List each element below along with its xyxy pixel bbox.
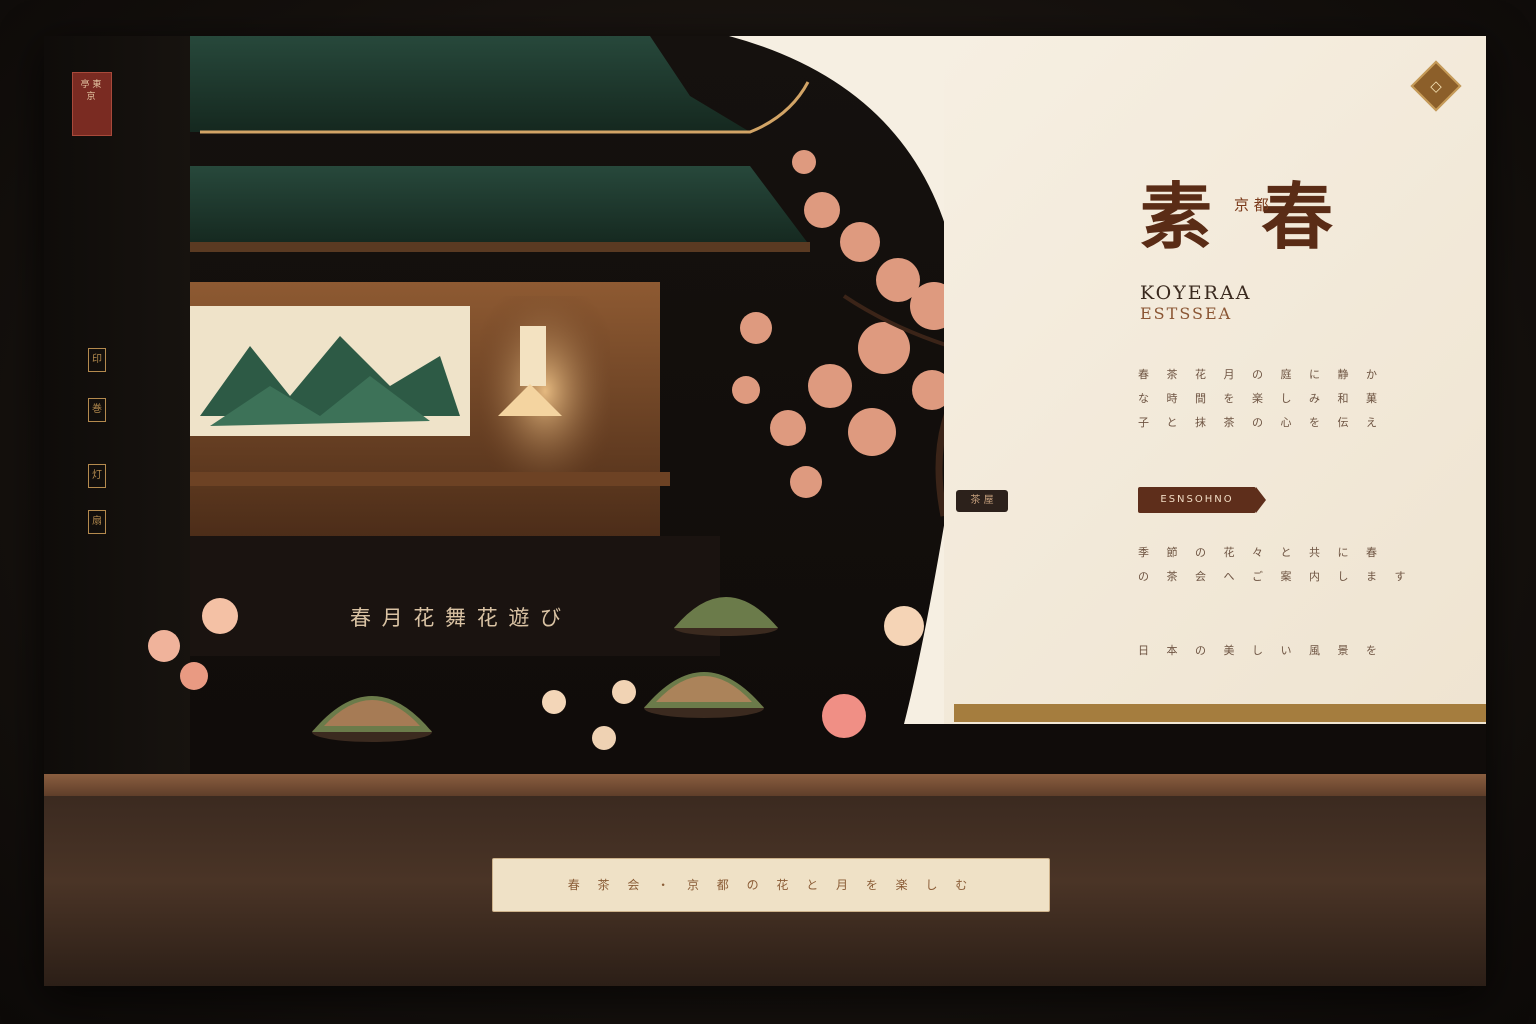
description-line: な 時 間 を 楽 し み 和 菓 — [1138, 392, 1384, 405]
emblem-glyph: ◇ — [1430, 77, 1442, 95]
brand-subtitle-2: ESTSSEA — [1140, 304, 1233, 323]
lantern-icon[interactable]: 灯 — [88, 464, 106, 488]
logo-seal[interactable]: 亭 東 京 — [72, 72, 112, 136]
cta-button[interactable]: ESNSOHNO — [1138, 487, 1256, 513]
cta-arrow-icon — [1256, 487, 1266, 513]
description-line: 春 茶 花 月 の 庭 に 静 か — [1138, 368, 1384, 381]
hanko-icon[interactable]: 印 — [88, 348, 106, 372]
info-panel-accent — [954, 704, 1486, 722]
fan-icon[interactable]: 扇 — [88, 510, 106, 534]
scroll-icon[interactable]: 巻 — [88, 398, 106, 422]
hero-tag[interactable]: 茶 屋 — [956, 490, 1008, 512]
shelf-divider — [44, 774, 1486, 796]
secondary-line: 日 本 の 美 し い 風 景 を — [1138, 644, 1384, 657]
brand-title-mid: 京 都 — [1234, 196, 1269, 214]
secondary-line: 季 節 の 花 々 と 共 に 春 — [1138, 546, 1384, 559]
secondary-line: の 茶 会 へ ご 案 内 し ま す — [1138, 570, 1413, 583]
brand-subtitle-1: KOYERAA — [1140, 282, 1252, 304]
logo-seal-text: 亭 東 京 — [80, 80, 102, 102]
hero-section: 亭 東 京 印 巻 灯 扇 春 月 花 舞 花 遊 び ◇ 素 春 京 都 KO… — [44, 36, 1486, 776]
description-line: 子 と 抹 茶 の 心 を 伝 え — [1138, 416, 1384, 429]
footer-bar[interactable]: 春 茶 会 ・ 京 都 の 花 と 月 を 楽 し む — [492, 858, 1050, 912]
